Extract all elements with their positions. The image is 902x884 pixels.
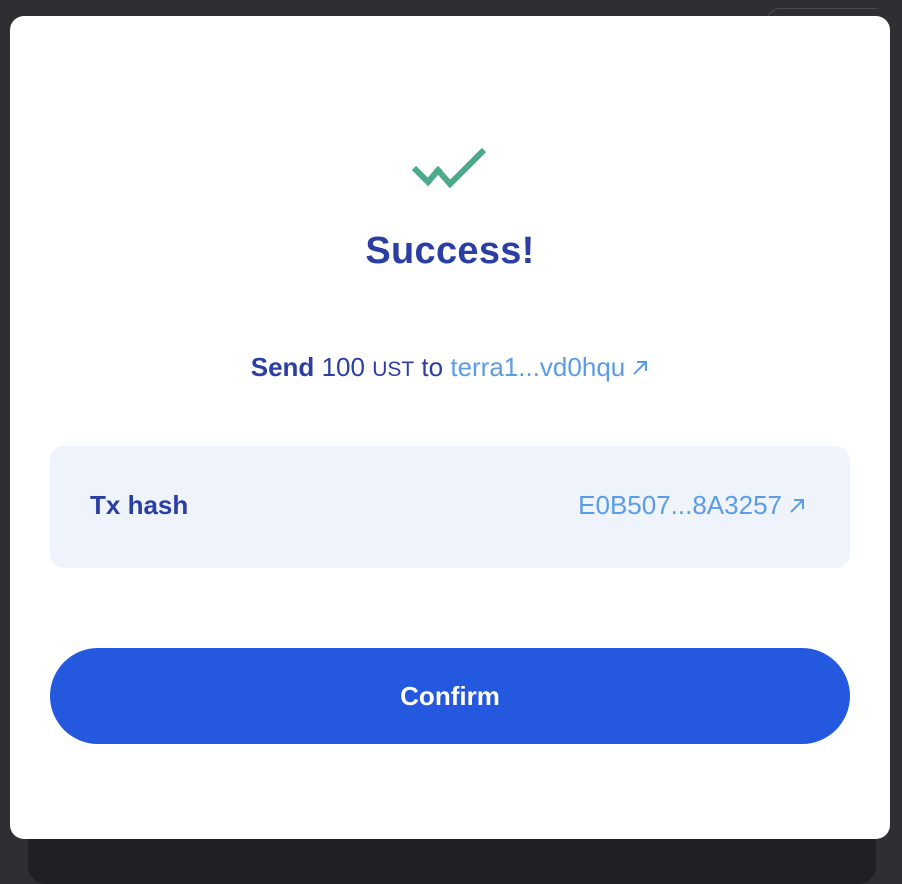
tx-hash-label: Tx hash xyxy=(90,490,189,520)
tx-hash-row: Tx hash E0B507...8A3257 xyxy=(50,446,850,568)
modal-title: Success! xyxy=(365,230,535,272)
recipient-address-link[interactable]: terra1...vd0hqu xyxy=(450,352,649,382)
summary-preposition: to xyxy=(421,352,444,382)
success-modal: Success! Send 100 UST to terra1...vd0hqu… xyxy=(10,16,890,839)
tx-hash-value: E0B507...8A3257 xyxy=(578,490,782,520)
double-check-icon xyxy=(411,147,487,189)
confirm-button[interactable]: Confirm xyxy=(50,648,850,744)
external-link-icon xyxy=(633,361,648,375)
tx-hash-link[interactable]: E0B507...8A3257 xyxy=(578,490,806,521)
recipient-address: terra1...vd0hqu xyxy=(450,352,626,382)
summary-denom: UST xyxy=(372,358,415,381)
transaction-summary: Send 100 UST to terra1...vd0hqu xyxy=(10,352,890,383)
summary-amount: 100 xyxy=(321,352,365,382)
summary-action: Send xyxy=(250,352,315,382)
external-link-icon xyxy=(790,498,804,513)
